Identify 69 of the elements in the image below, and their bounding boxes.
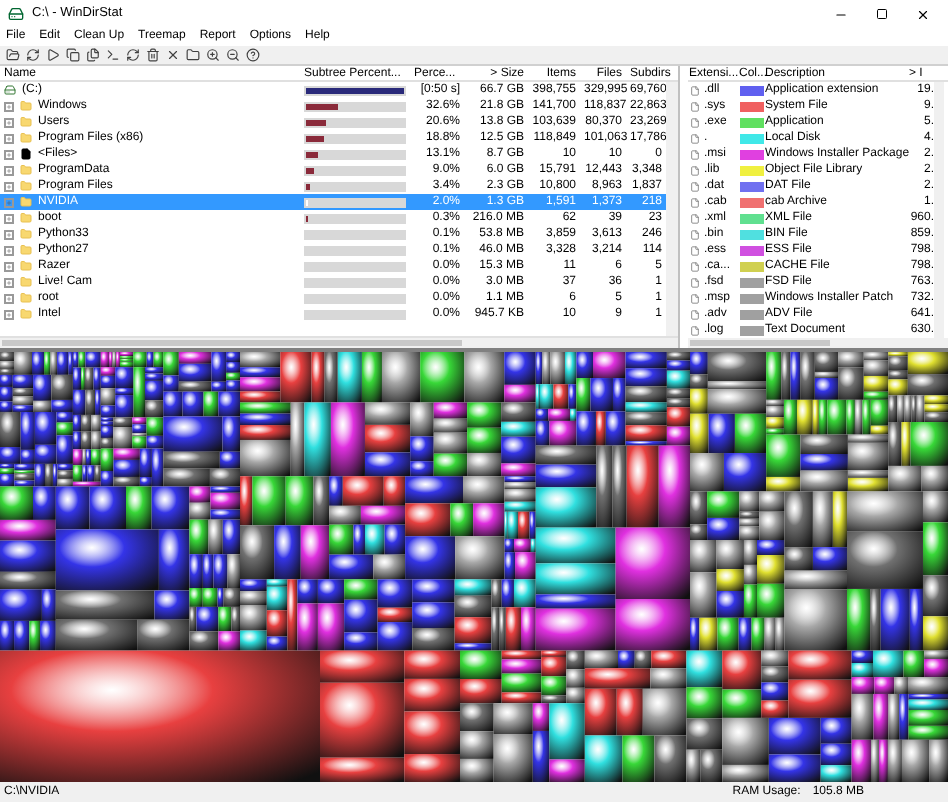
file-type-icon xyxy=(690,117,700,127)
open-icon[interactable] xyxy=(6,48,20,62)
folder-icon xyxy=(20,100,32,112)
file-type-icon xyxy=(690,261,700,271)
file-type-icon xyxy=(690,181,700,191)
subtree-bar xyxy=(304,309,406,319)
expand-icon[interactable] xyxy=(4,101,14,111)
close-icon[interactable] xyxy=(916,7,930,21)
file-type-icon xyxy=(690,213,700,223)
files-icon[interactable] xyxy=(86,48,100,62)
subtree-bar xyxy=(304,261,406,271)
folder-icon xyxy=(20,244,32,256)
zoom-out-icon[interactable] xyxy=(226,48,240,62)
expand-icon[interactable] xyxy=(4,149,14,159)
expand-icon[interactable] xyxy=(4,229,14,239)
maximize-icon[interactable] xyxy=(876,8,888,20)
copy-icon[interactable] xyxy=(66,48,80,62)
expand-icon[interactable] xyxy=(4,261,14,271)
expand-icon[interactable] xyxy=(4,165,14,175)
folder-icon xyxy=(20,196,32,208)
zoom-in-icon[interactable] xyxy=(206,48,220,62)
horizontal-scrollbar[interactable] xyxy=(0,336,678,348)
file-type-icon xyxy=(690,149,700,159)
play-icon[interactable] xyxy=(46,48,60,62)
file-icon xyxy=(20,148,32,160)
folder-icon xyxy=(20,260,32,272)
file-type-icon xyxy=(690,165,700,175)
file-type-icon xyxy=(690,309,700,319)
expand-icon[interactable] xyxy=(4,213,14,223)
terminal-icon[interactable] xyxy=(106,48,120,62)
close-icon[interactable] xyxy=(166,48,180,62)
refresh-icon[interactable] xyxy=(126,48,140,62)
folder-icon[interactable] xyxy=(186,48,200,62)
folder-icon xyxy=(20,116,32,128)
refresh-icon[interactable] xyxy=(26,48,40,62)
expand-icon[interactable] xyxy=(4,293,14,303)
vertical-scrollbar[interactable] xyxy=(666,82,678,336)
help-icon[interactable] xyxy=(246,48,260,62)
folder-icon xyxy=(20,292,32,304)
file-type-icon xyxy=(690,101,700,111)
expand-icon[interactable] xyxy=(4,133,14,143)
vertical-scrollbar[interactable] xyxy=(934,82,944,338)
file-type-icon xyxy=(690,245,700,255)
subtree-bar xyxy=(304,293,406,303)
expand-icon[interactable] xyxy=(4,181,14,191)
file-type-icon xyxy=(690,85,700,95)
subtree-bar xyxy=(304,277,406,287)
expand-icon[interactable] xyxy=(4,245,14,255)
file-type-icon xyxy=(690,133,700,143)
file-type-icon xyxy=(690,325,700,335)
expand-icon[interactable] xyxy=(4,309,14,319)
file-type-icon xyxy=(690,293,700,303)
drive-icon xyxy=(4,84,16,96)
trash-icon[interactable] xyxy=(146,48,160,62)
folder-icon xyxy=(20,164,32,176)
folder-icon xyxy=(20,180,32,192)
folder-icon xyxy=(20,212,32,224)
expand-icon[interactable] xyxy=(4,197,14,207)
file-type-icon xyxy=(690,229,700,239)
file-type-icon xyxy=(690,197,700,207)
file-type-icon xyxy=(690,277,700,287)
folder-icon xyxy=(20,132,32,144)
app-icon xyxy=(8,6,24,22)
folder-icon xyxy=(20,276,32,288)
expand-icon[interactable] xyxy=(4,277,14,287)
folder-icon xyxy=(20,308,32,320)
horizontal-scrollbar[interactable] xyxy=(688,338,948,348)
folder-icon xyxy=(20,228,32,240)
expand-icon[interactable] xyxy=(4,117,14,127)
